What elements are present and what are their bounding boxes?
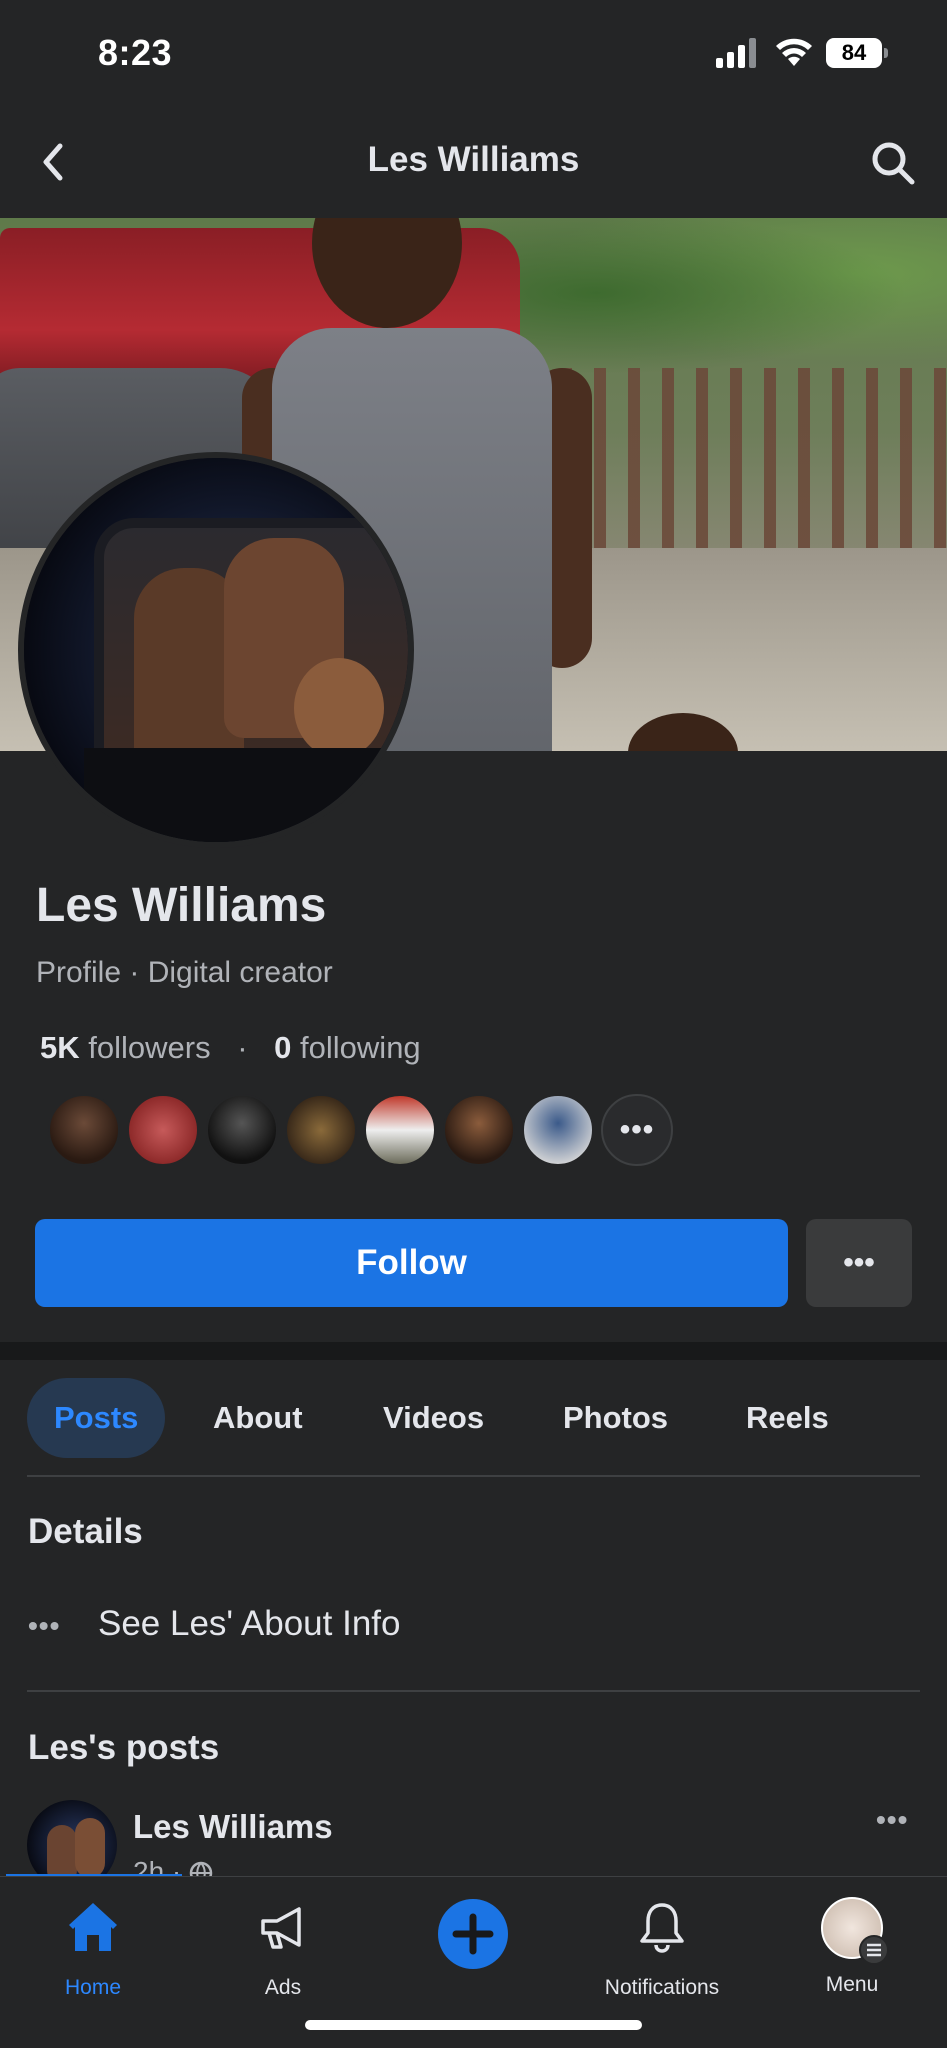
top-nav: Les Williams — [0, 110, 947, 220]
home-icon — [69, 1903, 117, 1951]
posts-heading: Les's posts — [28, 1728, 220, 1767]
follow-button[interactable]: Follow — [35, 1219, 788, 1307]
post-author-avatar[interactable] — [27, 1800, 117, 1880]
plus-icon — [452, 1913, 494, 1955]
home-indicator — [305, 2020, 642, 2030]
follower-avatar[interactable] — [285, 1094, 357, 1166]
battery-icon: 84 — [826, 38, 888, 68]
follow-stats: 5K followers · 0 following — [40, 1030, 421, 1066]
section-divider — [0, 1342, 947, 1360]
profile-tabs: Posts About Videos Photos Reels — [27, 1378, 917, 1458]
menu-avatar-icon — [821, 1897, 889, 1965]
nav-notifications-label: Notifications — [604, 1976, 720, 1999]
post-item[interactable]: Les Williams 2h · ••• — [0, 1790, 947, 1880]
follower-avatar[interactable] — [443, 1094, 515, 1166]
hamburger-icon — [859, 1935, 889, 1965]
nav-home-label: Home — [64, 1976, 122, 1999]
stats-separator: · — [237, 1030, 248, 1065]
cellular-signal-icon — [716, 38, 756, 68]
follower-avatar[interactable] — [364, 1094, 436, 1166]
battery-level: 84 — [826, 38, 882, 68]
nav-ads[interactable]: Ads — [208, 1897, 358, 2000]
about-info-label[interactable]: See Les' About Info — [98, 1604, 400, 1644]
nav-ads-label: Ads — [264, 1976, 302, 1999]
create-button[interactable] — [438, 1899, 508, 1969]
tab-videos[interactable]: Videos — [356, 1378, 511, 1458]
tab-reels[interactable]: Reels — [719, 1378, 856, 1458]
status-bar: 8:23 84 — [0, 0, 947, 110]
more-dots-icon: ••• — [28, 1610, 61, 1641]
wifi-icon — [776, 38, 812, 66]
bell-icon — [640, 1903, 684, 1953]
divider — [27, 1475, 920, 1477]
follower-avatar[interactable] — [48, 1094, 120, 1166]
post-author-name[interactable]: Les Williams — [133, 1808, 333, 1846]
tab-photos[interactable]: Photos — [536, 1378, 695, 1458]
follower-avatar[interactable] — [206, 1094, 278, 1166]
follower-avatar[interactable] — [522, 1094, 594, 1166]
page-title: Les Williams — [367, 140, 580, 179]
details-heading: Details — [28, 1512, 143, 1551]
nav-home[interactable]: Home — [18, 1897, 168, 2000]
more-options-button[interactable]: ••• — [806, 1219, 912, 1307]
followers-label[interactable]: followers — [88, 1030, 210, 1065]
search-icon[interactable] — [868, 138, 918, 188]
follower-avatar[interactable] — [127, 1094, 199, 1166]
nav-notifications[interactable]: Notifications — [587, 1897, 737, 2000]
post-more-button[interactable]: ••• — [876, 1804, 908, 1836]
profile-subtitle: Profile · Digital creator — [36, 956, 333, 989]
divider — [27, 1690, 920, 1692]
nav-menu[interactable]: Menu — [777, 1897, 927, 1997]
nav-menu-label: Menu — [825, 1973, 879, 1996]
profile-picture[interactable] — [18, 452, 414, 848]
following-label[interactable]: following — [300, 1030, 421, 1065]
megaphone-icon — [261, 1907, 301, 1949]
status-time: 8:23 — [98, 32, 173, 73]
following-count[interactable]: 0 — [274, 1030, 291, 1065]
profile-name: Les Williams — [36, 879, 327, 932]
tab-about[interactable]: About — [186, 1378, 330, 1458]
more-followers-button[interactable]: ••• — [601, 1094, 673, 1166]
tab-posts[interactable]: Posts — [27, 1378, 166, 1458]
followers-count[interactable]: 5K — [40, 1030, 80, 1065]
